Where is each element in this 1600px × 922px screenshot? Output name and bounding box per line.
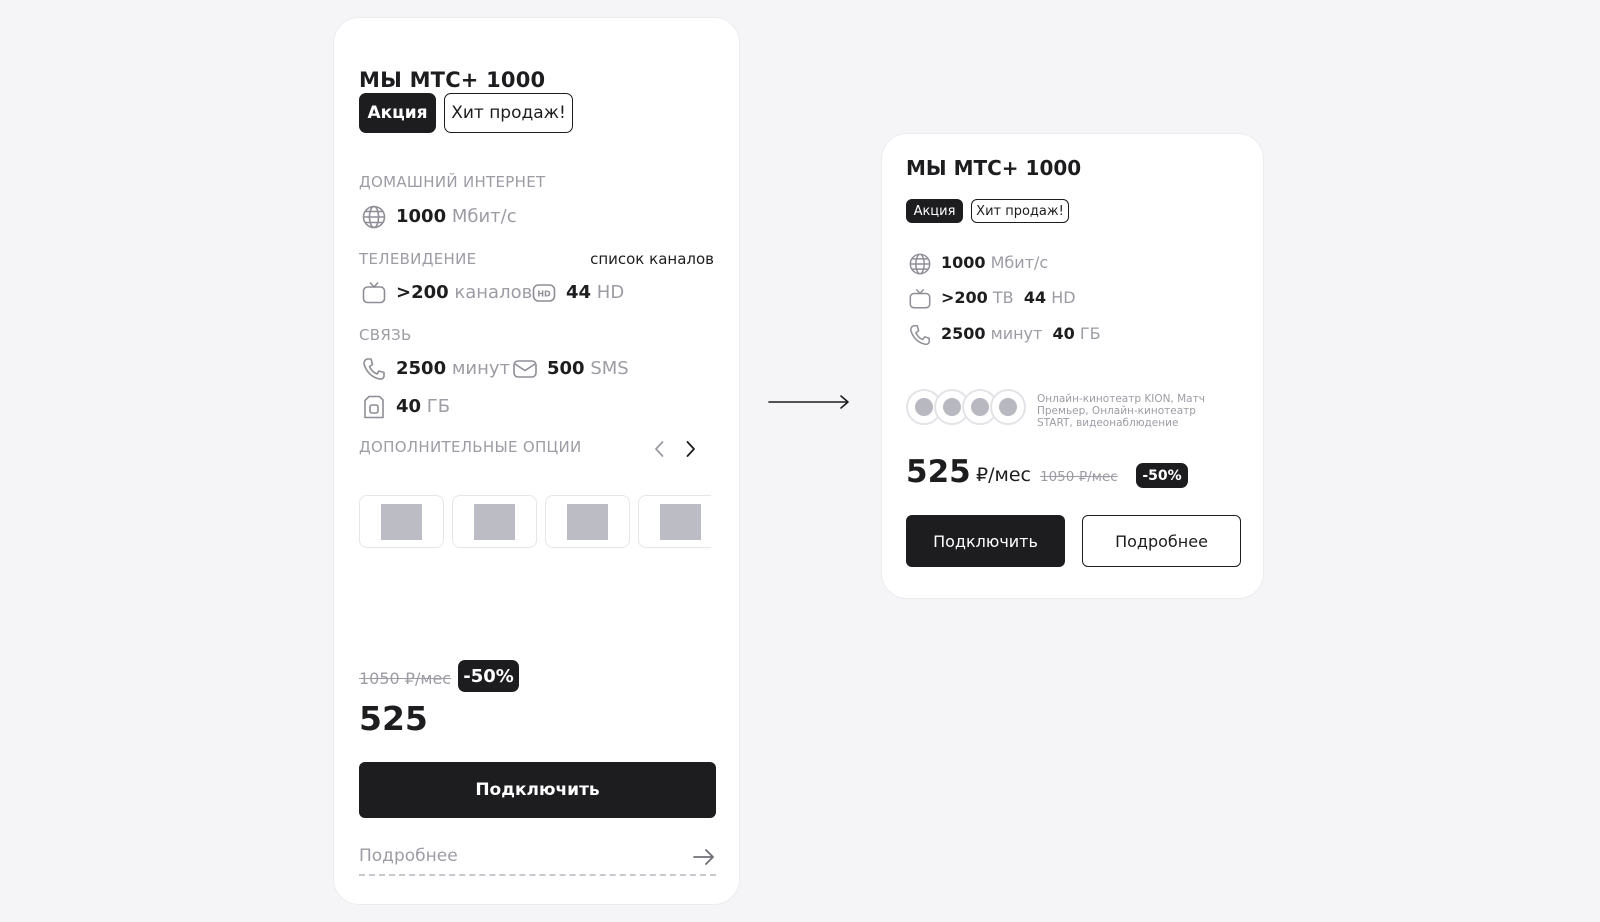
section-internet: ДОМАШНИЙ ИНТЕРНЕТ	[359, 173, 546, 191]
option-card[interactable]	[638, 495, 711, 548]
more-link[interactable]: Подробнее	[359, 844, 716, 876]
option-card[interactable]	[359, 495, 444, 548]
data-volume: 40 ГБ	[396, 396, 451, 417]
price-unit: ₽/мес	[976, 464, 1031, 486]
discount-badge: -50%	[1136, 463, 1188, 488]
bestseller-tag: Хит продаж!	[971, 199, 1069, 223]
tariff-title: МЫ МТС+ 1000	[359, 68, 546, 92]
option-image	[567, 504, 608, 540]
sim-icon	[361, 394, 387, 420]
option-image	[381, 504, 422, 540]
hd-icon: HD	[531, 280, 557, 306]
tv-icon	[361, 280, 387, 306]
price: 525	[359, 699, 428, 738]
tv-channels: >200 каналов	[396, 282, 533, 303]
phone-icon	[908, 323, 932, 347]
tariff-card-compact: МЫ МТС+ 1000 Акция Хит продаж! 1000 Мбит…	[881, 133, 1264, 599]
phone-icon	[361, 356, 387, 382]
services-description: Онлайн-кинотеатр KION, Матч Премьер, Онл…	[1037, 393, 1205, 429]
service-icon	[990, 389, 1026, 425]
tariff-card-full: МЫ МТС+ 1000 Акция Хит продаж! ДОМАШНИЙ …	[333, 17, 740, 905]
connect-button[interactable]: Подключить	[359, 762, 716, 818]
option-image	[474, 504, 515, 540]
arrow-right-icon	[692, 846, 716, 868]
mail-icon	[512, 356, 538, 382]
transition-arrow-icon	[768, 391, 850, 413]
tv-hd-channels: 44 HD	[566, 282, 625, 303]
promo-tag: Акция	[359, 93, 436, 133]
section-options: ДОПОЛНИТЕЛЬНЫЕ ОПЦИИ	[359, 438, 582, 456]
option-card[interactable]	[545, 495, 630, 548]
internet-speed: 1000 Мбит/с	[941, 253, 1049, 272]
more-button[interactable]: Подробнее	[1082, 515, 1241, 567]
globe-icon	[908, 252, 932, 276]
tariff-title: МЫ МТС+ 1000	[906, 156, 1082, 180]
old-price: 1050 ₽/мес	[1040, 469, 1118, 485]
connect-button[interactable]: Подключить	[906, 515, 1065, 567]
tv-icon	[908, 287, 932, 311]
bestseller-tag: Хит продаж!	[444, 93, 573, 133]
section-connection: СВЯЗЬ	[359, 326, 412, 344]
option-card[interactable]	[452, 495, 537, 548]
discount-badge: -50%	[458, 660, 519, 692]
section-tv: ТЕЛЕВИДЕНИЕ	[359, 250, 477, 268]
globe-icon	[361, 204, 387, 230]
price: 525	[906, 454, 971, 490]
option-image	[660, 504, 701, 540]
chevron-right-icon[interactable]	[680, 439, 700, 459]
internet-speed: 1000 Мбит/с	[396, 206, 517, 227]
chevron-left-icon[interactable]	[650, 439, 670, 459]
tv-stats: >200 ТВ 44 HD	[941, 288, 1076, 307]
channels-list-link[interactable]: список каналов	[590, 250, 714, 268]
sms: 500 SMS	[547, 358, 629, 379]
old-price: 1050 ₽/мес	[359, 669, 452, 688]
more-link-label: Подробнее	[359, 846, 458, 866]
svg-text:HD: HD	[537, 290, 551, 299]
promo-tag: Акция	[906, 199, 963, 223]
connection-stats: 2500 минут 40 ГБ	[941, 324, 1101, 343]
minutes: 2500 минут	[396, 358, 511, 379]
